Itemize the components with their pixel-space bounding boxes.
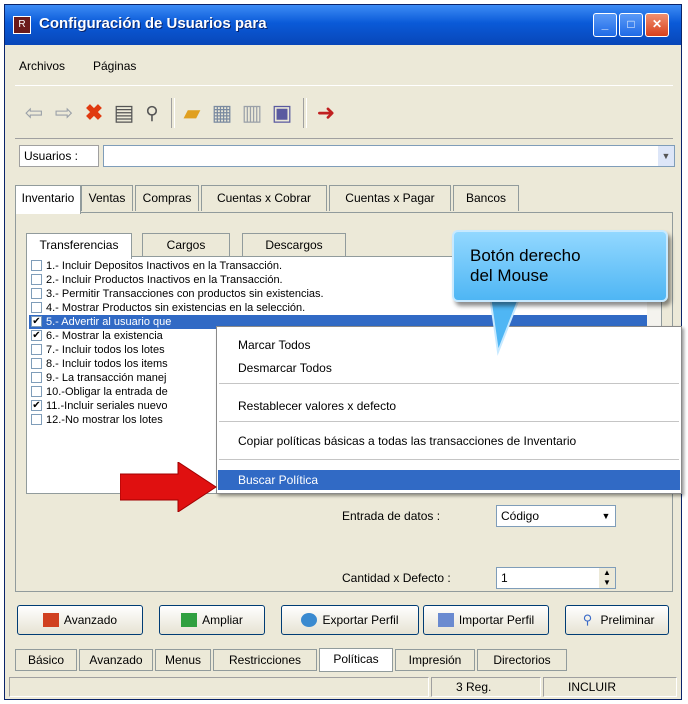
menu-item-restablecer[interactable]: Restablecer valores x defecto bbox=[218, 396, 680, 416]
window-title: Configuración de Usuarios para bbox=[39, 15, 267, 32]
forward-arrow-icon[interactable]: ⇨ bbox=[51, 100, 77, 126]
entrada-label: Entrada de datos : bbox=[342, 509, 441, 523]
checkbox[interactable] bbox=[31, 371, 42, 383]
status-cell-empty bbox=[9, 677, 429, 697]
title-bar[interactable]: R Configuración de Usuarios para _ □ ✕ bbox=[5, 5, 681, 45]
trash-icon[interactable]: ▥ bbox=[239, 100, 265, 126]
checkbox-checked[interactable]: ✔ bbox=[31, 315, 42, 327]
menu-separator bbox=[219, 383, 679, 384]
chevron-down-icon[interactable]: ▼ bbox=[658, 146, 674, 166]
callout-line-2: del Mouse bbox=[470, 266, 549, 285]
tab-compras[interactable]: Compras bbox=[135, 185, 199, 211]
entrada-combo[interactable]: Código ▼ bbox=[496, 505, 616, 527]
delete-x-icon[interactable]: ✖ bbox=[81, 100, 107, 126]
menu-item-buscar-politica[interactable]: Buscar Política bbox=[218, 470, 680, 490]
maximize-button[interactable]: □ bbox=[619, 13, 643, 37]
close-button[interactable]: ✕ bbox=[645, 13, 669, 37]
checkbox[interactable] bbox=[31, 357, 42, 369]
menu-separator bbox=[219, 421, 679, 422]
tab-inventario[interactable]: Inventario bbox=[15, 185, 81, 214]
magnifier-icon: ⚲ bbox=[582, 611, 593, 627]
tab-cargos[interactable]: Cargos bbox=[142, 233, 230, 257]
status-mode: INCLUIR bbox=[543, 677, 677, 697]
checkbox[interactable] bbox=[31, 413, 42, 425]
avanzado-button[interactable]: Avanzado bbox=[17, 605, 143, 635]
save-disk-icon[interactable]: ▣ bbox=[269, 100, 295, 126]
tab-impresion[interactable]: Impresión bbox=[395, 649, 475, 671]
toolbar-separator bbox=[303, 98, 307, 128]
tab-transferencias[interactable]: Transferencias bbox=[26, 233, 132, 259]
toolbar-separator bbox=[171, 98, 175, 128]
back-arrow-icon[interactable]: ⇦ bbox=[21, 100, 47, 126]
menu-item-copiar-politicas[interactable]: Copiar políticas básicas a todas las tra… bbox=[218, 431, 680, 451]
checkbox[interactable] bbox=[31, 301, 42, 313]
menu-separator bbox=[219, 459, 679, 460]
tab-avanzado[interactable]: Avanzado bbox=[79, 649, 153, 671]
tab-descargos[interactable]: Descargos bbox=[242, 233, 346, 257]
chevron-down-icon[interactable]: ▼ bbox=[597, 506, 615, 526]
importar-perfil-button[interactable]: Importar Perfil bbox=[423, 605, 549, 635]
callout-line-1: Botón derecho bbox=[470, 246, 581, 265]
search-icon[interactable]: ⚲ bbox=[139, 100, 165, 126]
checkbox-checked[interactable]: ✔ bbox=[31, 329, 42, 341]
checkbox[interactable] bbox=[31, 273, 42, 285]
tab-menus[interactable]: Menus bbox=[155, 649, 211, 671]
tab-cuentas-cobrar[interactable]: Cuentas x Cobrar bbox=[201, 185, 327, 211]
tab-bancos[interactable]: Bancos bbox=[453, 185, 519, 211]
tab-ventas[interactable]: Ventas bbox=[81, 185, 133, 211]
menu-archivos[interactable]: Archivos bbox=[19, 59, 65, 73]
callout-tail bbox=[488, 296, 522, 356]
grid-icon bbox=[42, 612, 59, 627]
new-folder-icon[interactable]: ▰ bbox=[179, 100, 205, 126]
exportar-perfil-button[interactable]: Exportar Perfil bbox=[281, 605, 419, 635]
menu-item-marcar-todos[interactable]: Marcar Todos bbox=[218, 335, 680, 355]
exit-door-icon[interactable]: ➜ bbox=[313, 100, 339, 126]
status-bar: 3 Reg. INCLUIR bbox=[9, 677, 679, 697]
checkbox[interactable] bbox=[31, 343, 42, 355]
cantidad-spinner[interactable]: 1 ▲ ▼ bbox=[496, 567, 616, 589]
ampliar-button[interactable]: Ampliar bbox=[159, 605, 265, 635]
users-combo[interactable]: ▼ bbox=[103, 145, 675, 167]
toolbar: ⇦ ⇨ ✖ ▤ ⚲ ▰ ▦ ▥ ▣ ➜ bbox=[15, 85, 673, 139]
users-label: Usuarios : bbox=[19, 145, 99, 167]
checkbox-checked[interactable]: ✔ bbox=[31, 399, 42, 411]
preliminar-button[interactable]: ⚲ Preliminar bbox=[565, 605, 669, 635]
spin-arrows-icon[interactable]: ▲ ▼ bbox=[599, 568, 615, 588]
list-item[interactable]: 4.- Mostrar Productos sin existencias en… bbox=[29, 301, 661, 315]
menu-item-desmarcar-todos[interactable]: Desmarcar Todos bbox=[218, 358, 680, 378]
tab-basico[interactable]: Básico bbox=[15, 649, 77, 671]
tab-directorios[interactable]: Directorios bbox=[477, 649, 567, 671]
tab-cuentas-pagar[interactable]: Cuentas x Pagar bbox=[329, 185, 451, 211]
menu-paginas[interactable]: Páginas bbox=[93, 59, 136, 73]
status-records: 3 Reg. bbox=[431, 677, 541, 697]
tab-politicas[interactable]: Políticas bbox=[319, 648, 393, 672]
checkbox[interactable] bbox=[31, 259, 42, 271]
app-icon[interactable]: R bbox=[13, 16, 31, 34]
tab-restricciones[interactable]: Restricciones bbox=[213, 649, 317, 671]
cantidad-label: Cantidad x Defecto : bbox=[342, 571, 451, 585]
document-icon bbox=[437, 612, 454, 627]
red-arrow-icon bbox=[120, 462, 217, 512]
print-icon[interactable]: ▤ bbox=[111, 100, 137, 126]
expand-icon bbox=[181, 612, 198, 627]
context-menu: Marcar Todos Desmarcar Todos Restablecer… bbox=[216, 326, 682, 494]
minimize-button[interactable]: _ bbox=[593, 13, 617, 37]
edit-document-icon[interactable]: ▦ bbox=[209, 100, 235, 126]
callout-bubble: Botón derecho del Mouse bbox=[452, 230, 668, 302]
checkbox[interactable] bbox=[31, 287, 42, 299]
callout-text: Botón derecho del Mouse bbox=[470, 246, 581, 286]
globe-icon bbox=[301, 612, 318, 627]
checkbox[interactable] bbox=[31, 385, 42, 397]
